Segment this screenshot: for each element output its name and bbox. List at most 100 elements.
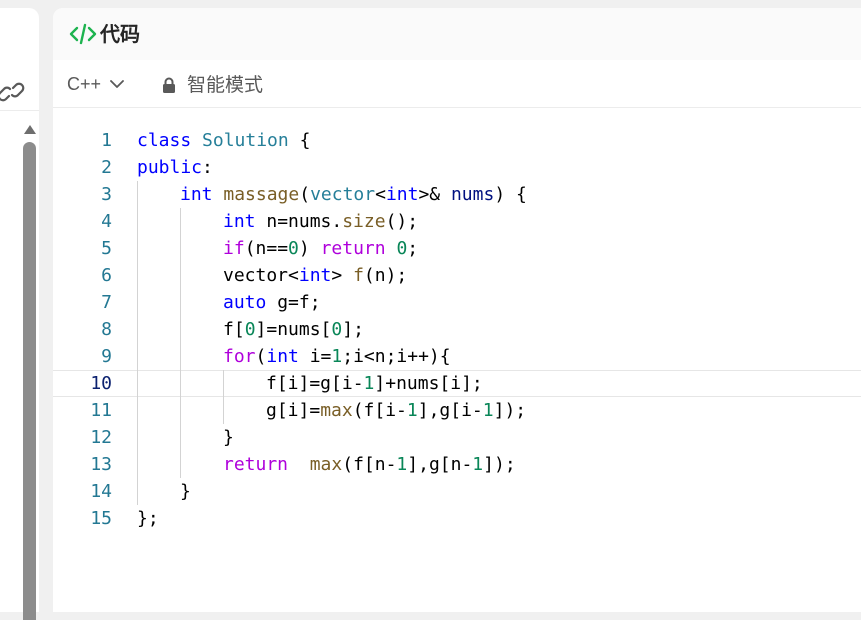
code-line[interactable]: 9 for(int i=1;i<n;i++){ — [53, 343, 861, 370]
code-token: > — [331, 265, 354, 286]
code-text: auto g=f; — [223, 289, 321, 316]
code-token: (f[n- — [342, 454, 397, 475]
code-token: f[i]=g[i- — [266, 373, 364, 394]
line-number: 13 — [90, 454, 112, 475]
code-token: max — [309, 454, 343, 475]
line-number: 8 — [101, 319, 112, 340]
code-token: int — [385, 184, 419, 205]
code-token: 1 — [331, 346, 343, 367]
code-token: 1 — [482, 400, 494, 421]
code-token: ],g[n- — [407, 454, 473, 475]
code-token: 1 — [396, 454, 408, 475]
link-icon[interactable] — [0, 80, 26, 104]
code-token: } — [180, 481, 191, 502]
code-text: }; — [137, 505, 159, 532]
code-token: int — [180, 184, 213, 205]
code-line[interactable]: 10 f[i]=g[i-1]+nums[i]; — [53, 370, 861, 397]
code-token: ]); — [483, 454, 516, 475]
code-line[interactable]: 5 if(n==0) return 0; — [53, 235, 861, 262]
line-number: 15 — [90, 508, 112, 529]
code-token: for — [223, 346, 256, 367]
code-line[interactable]: 14} — [53, 478, 861, 505]
indent-guide — [180, 208, 181, 478]
code-token: 0 — [244, 319, 256, 340]
code-line[interactable]: 7 auto g=f; — [53, 289, 861, 316]
code-token: (f[i- — [352, 400, 407, 421]
line-number: 14 — [90, 481, 112, 502]
code-token: int — [223, 211, 256, 232]
code-line[interactable]: 8 f[0]=nums[0]; — [53, 316, 861, 343]
scrollbar-thumb[interactable] — [23, 142, 36, 620]
lock-icon — [163, 77, 175, 93]
code-token: { — [288, 130, 311, 151]
code-text: class Solution { — [137, 127, 310, 154]
language-label: C++ — [67, 73, 102, 94]
line-number: 10 — [90, 373, 112, 394]
line-number: 5 — [101, 238, 112, 259]
code-text: f[0]=nums[0]; — [223, 316, 364, 343]
code-token: f — [353, 265, 364, 286]
code-text: public: — [137, 154, 213, 181]
code-token: (n== — [244, 238, 289, 259]
scroll-up-arrow-icon[interactable] — [22, 123, 38, 135]
line-number: 4 — [101, 211, 112, 232]
code-token: g=f; — [266, 292, 321, 313]
line-number: 1 — [101, 130, 112, 151]
code-text: } — [180, 478, 191, 505]
code-line[interactable]: 1 class Solution { — [53, 127, 861, 154]
language-select[interactable]: C++ — [67, 72, 124, 96]
code-token: 1 — [363, 373, 375, 394]
code-line[interactable]: 12} — [53, 424, 861, 451]
code-token: n=nums. — [255, 211, 343, 232]
code-token: ]; — [342, 319, 364, 340]
code-text: int massage(vector<int>& nums) { — [180, 181, 527, 208]
code-token: (); — [385, 211, 419, 232]
code-token: Solution — [202, 130, 289, 151]
code-line[interactable]: 3 int massage(vector<int>& nums) { — [53, 181, 861, 208]
side-panel — [0, 8, 39, 620]
line-number: 11 — [90, 400, 112, 421]
code-token: >& — [418, 184, 451, 205]
line-number: 7 — [101, 292, 112, 313]
code-token: ( — [299, 184, 311, 205]
code-line[interactable]: 6 vector<int> f(n); — [53, 262, 861, 289]
code-line[interactable]: 15}; — [53, 505, 861, 532]
code-line[interactable]: 13 return max(f[n-1],g[n-1]); — [53, 451, 861, 478]
code-line[interactable]: 4 int n=nums.size(); — [53, 208, 861, 235]
code-editor[interactable]: 1 class Solution {2 public: 3 int massage(ve… — [53, 116, 861, 612]
code-token: auto — [223, 292, 267, 313]
code-panel: 代码 C++ 智能模式 1 class Solution {2 public: 3 in… — [53, 8, 861, 612]
code-token: if — [223, 238, 245, 259]
code-token: vector< — [223, 265, 299, 286]
smart-mode-label[interactable]: 智能模式 — [187, 73, 263, 97]
indent-guide — [137, 181, 138, 505]
code-token: ; — [407, 238, 419, 259]
indent-guide — [223, 370, 224, 424]
code-token: < — [375, 184, 386, 205]
code-token: ]=nums[ — [255, 319, 332, 340]
code-token: : — [202, 157, 213, 178]
code-line[interactable]: 2 public: — [53, 154, 861, 181]
code-token: f[ — [223, 319, 245, 340]
line-number: 3 — [101, 184, 112, 205]
chevron-down-icon — [110, 80, 124, 88]
code-token: ) { — [494, 184, 527, 205]
code-token: public — [137, 157, 203, 178]
code-token: ;i<n;i++){ — [342, 346, 451, 367]
code-token: ]+nums[i]; — [374, 373, 483, 394]
code-token: } — [223, 427, 234, 448]
panel-header: 代码 — [53, 8, 861, 60]
code-token: vector — [310, 184, 376, 205]
code-token: i= — [298, 346, 332, 367]
code-text: } — [223, 424, 234, 451]
line-number: 6 — [101, 265, 112, 286]
left-strip — [0, 0, 40, 620]
code-text: int n=nums.size(); — [223, 208, 418, 235]
code-token: 1 — [406, 400, 418, 421]
code-token: 0 — [396, 238, 408, 259]
code-line[interactable]: 11 g[i]=max(f[i-1],g[i-1]); — [53, 397, 861, 424]
